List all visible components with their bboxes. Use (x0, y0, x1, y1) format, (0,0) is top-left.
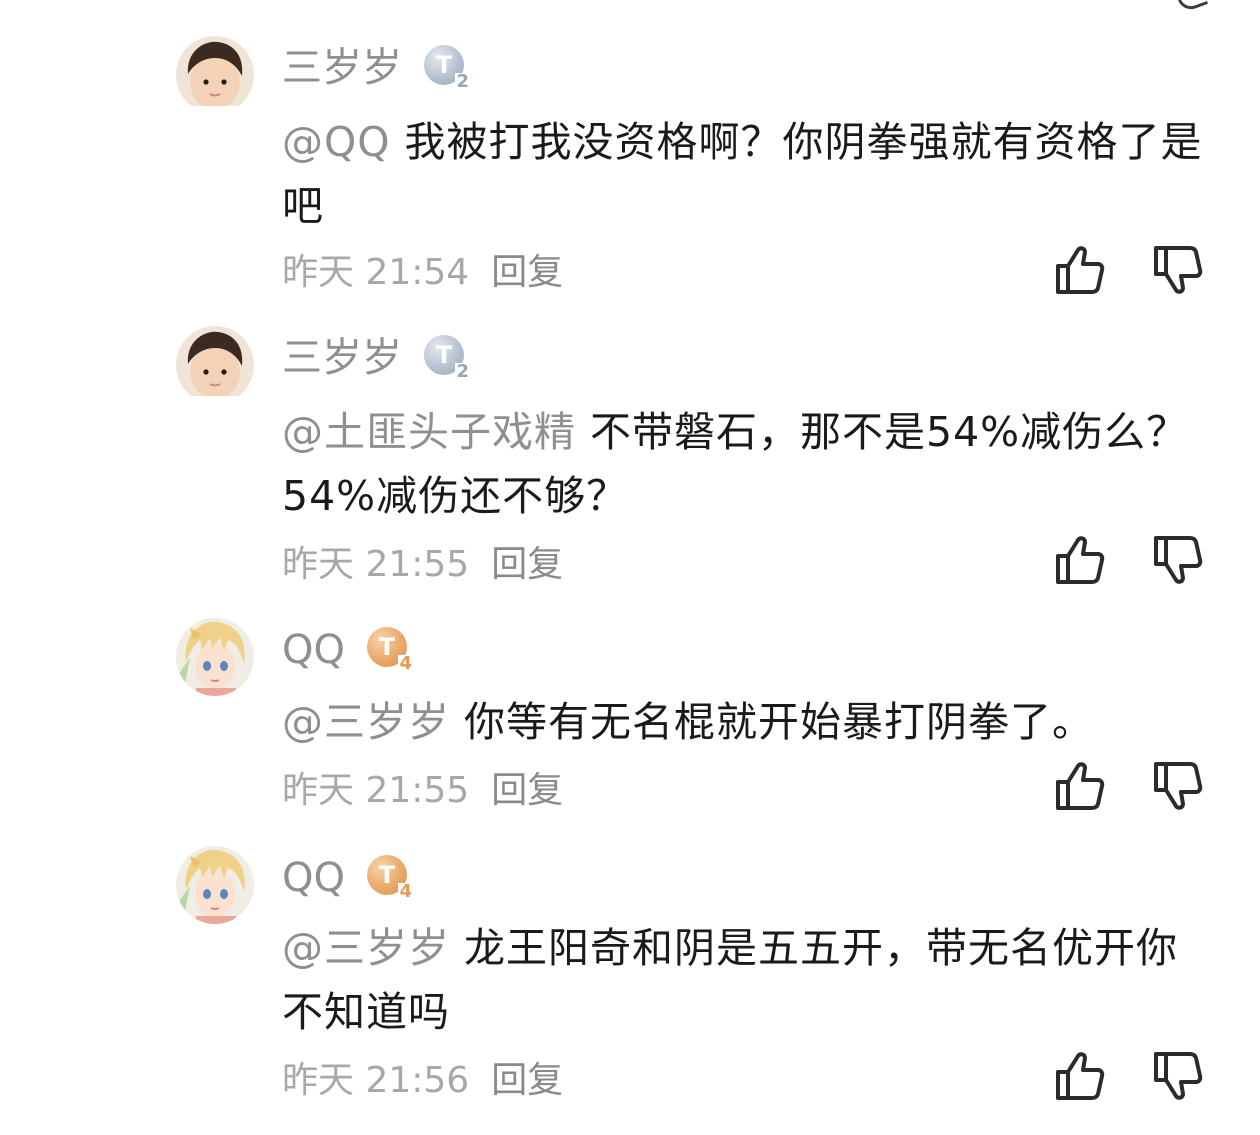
comment-text: 我被打我没资格啊？你阴拳强就有资格了是吧 (282, 118, 1203, 230)
comment-text: 你等有无名棍就开始暴打阴拳了。 (464, 698, 1094, 746)
like-button[interactable] (1052, 242, 1108, 298)
comment-body: @QQ 我被打我没资格啊？你阴拳强就有资格了是吧 (282, 110, 1212, 238)
level-badge: T 4 (366, 627, 413, 674)
thumbs-down-icon (1154, 1052, 1203, 1100)
thumbs-down-icon (1154, 536, 1203, 584)
level-number: 2 (455, 71, 470, 92)
reply-button[interactable]: 回复 (491, 1051, 563, 1103)
comment-time: 昨天 21:54 (282, 252, 470, 293)
username[interactable]: QQ (282, 624, 345, 676)
mention-link[interactable]: @三岁岁 (282, 698, 450, 746)
toddler-photo-avatar (176, 36, 254, 114)
comment-time: 昨天 21:55 (282, 770, 470, 811)
level-number: 4 (398, 881, 413, 902)
dislike-button[interactable] (1150, 532, 1206, 588)
level-number: 4 (398, 653, 413, 674)
thumbs-up-icon (1056, 1052, 1105, 1100)
thumbs-up-icon (1056, 762, 1105, 810)
comment-body: @土匪头子戏精 不带磐石，那不是54%减伤么？54%减伤还不够？ (282, 400, 1212, 528)
user-avatar[interactable] (176, 326, 254, 404)
username[interactable]: 三岁岁 (282, 42, 402, 94)
comment-time: 昨天 21:56 (282, 1060, 470, 1101)
like-button[interactable] (1052, 758, 1108, 814)
dislike-button[interactable] (1150, 242, 1206, 298)
toddler-photo-avatar (176, 326, 254, 404)
partial-icon-top-right (1176, 0, 1209, 14)
thumbs-up-icon (1056, 536, 1105, 584)
level-badge: T 4 (366, 855, 413, 902)
comment-body: @三岁岁 龙王阳奇和阴是五五开，带无名优开你不知道吗 (282, 916, 1212, 1044)
mention-link[interactable]: @土匪头子戏精 (282, 408, 576, 456)
reply-button[interactable]: 回复 (491, 761, 563, 813)
anime-boy-avatar (176, 846, 254, 924)
level-badge: T 2 (424, 45, 470, 91)
dislike-button[interactable] (1150, 1048, 1206, 1104)
like-button[interactable] (1052, 532, 1108, 588)
reply-button[interactable]: 回复 (491, 243, 563, 295)
comment-time: 昨天 21:55 (282, 544, 470, 585)
comment-body: @三岁岁 你等有无名棍就开始暴打阴拳了。 (282, 690, 1212, 754)
mention-link[interactable]: @QQ (282, 118, 391, 166)
username[interactable]: 三岁岁 (282, 332, 402, 384)
reply-button[interactable]: 回复 (491, 535, 563, 587)
level-badge: T 2 (424, 335, 470, 381)
thumbs-up-icon (1056, 246, 1105, 294)
like-button[interactable] (1052, 1048, 1108, 1104)
user-avatar[interactable] (176, 618, 254, 696)
mention-link[interactable]: @三岁岁 (282, 924, 450, 972)
thumbs-down-icon (1154, 246, 1203, 294)
dislike-button[interactable] (1150, 758, 1206, 814)
user-avatar[interactable] (176, 36, 254, 114)
anime-boy-avatar (176, 618, 254, 696)
user-avatar[interactable] (176, 846, 254, 924)
thumbs-down-icon (1154, 762, 1203, 810)
username[interactable]: QQ (282, 852, 345, 904)
level-number: 2 (455, 361, 470, 382)
